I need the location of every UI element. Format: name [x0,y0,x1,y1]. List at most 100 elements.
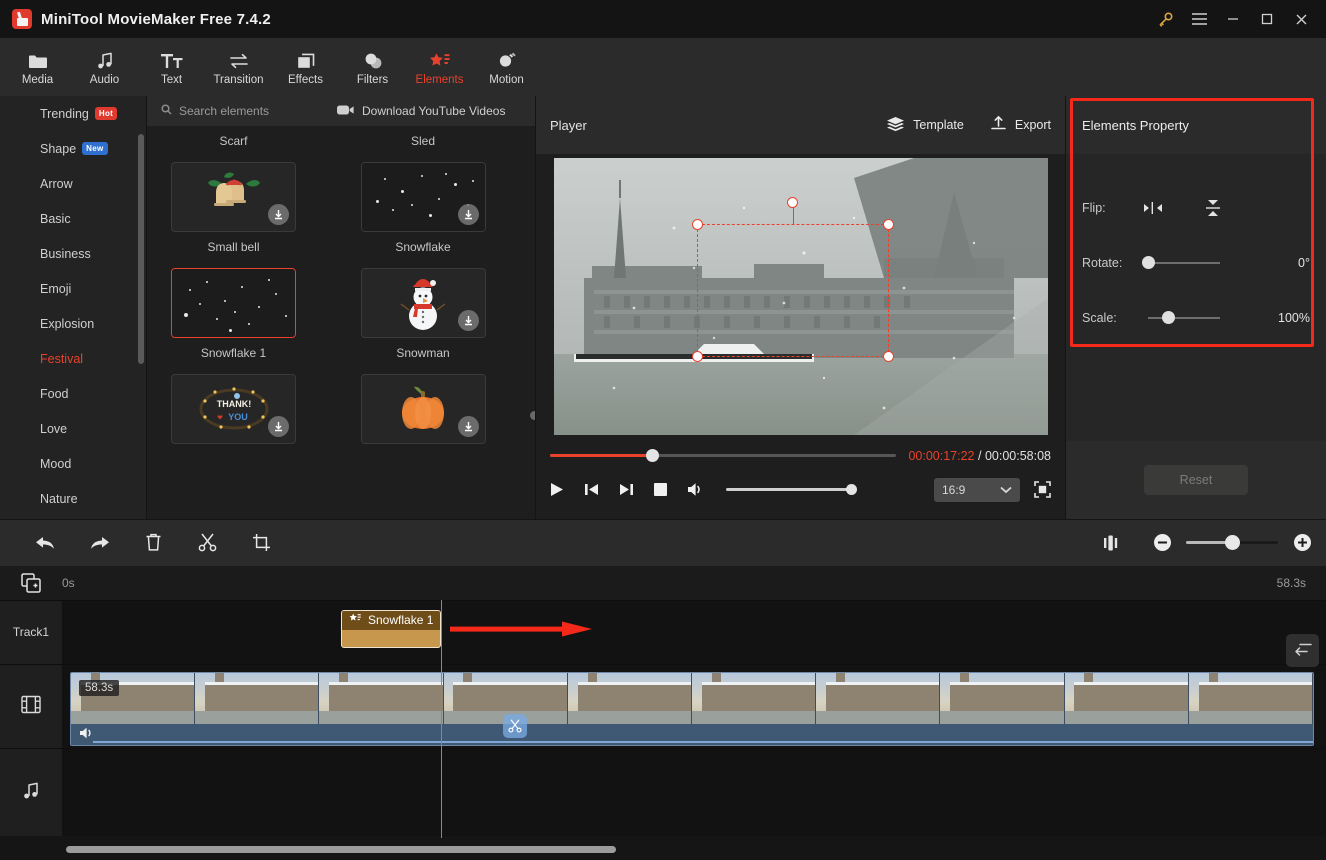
category-love[interactable]: Love [0,411,147,446]
player-actions: Template Export [886,115,1051,135]
play-button[interactable] [550,482,564,497]
tab-audio[interactable]: Audio [71,38,138,96]
category-food[interactable]: Food [0,376,147,411]
elements-library: Trending Hot Shape New Arrow Basic Busin… [0,96,535,519]
track1-body[interactable]: Snowflake 1 [62,600,1326,664]
fullscreen-button[interactable] [1034,481,1051,498]
preview-canvas[interactable] [553,157,1048,435]
category-shape[interactable]: Shape New [0,131,147,166]
download-icon[interactable] [457,416,479,437]
download-youtube-button[interactable]: Download YouTube Videos [337,104,505,119]
menu-icon[interactable] [1182,0,1216,38]
undo-button[interactable] [18,534,72,551]
split-button[interactable] [180,533,234,552]
aspect-ratio-select[interactable]: 16:9 [934,477,1020,502]
element-item[interactable]: Small bell [171,162,296,268]
timeline-horizontal-scrollbar[interactable] [66,845,616,853]
category-scrollbar[interactable] [138,134,144,364]
download-icon[interactable] [457,204,479,225]
category-explosion[interactable]: Explosion [0,306,147,341]
seek-bar[interactable] [550,449,897,462]
maximize-icon[interactable] [1250,0,1284,38]
panel-resize-handle[interactable] [530,411,535,420]
rotate-knob[interactable] [1141,256,1155,269]
volume-knob[interactable] [846,484,857,495]
track1-label: Track1 [12,625,50,639]
element-item[interactable]: Snowflake [360,162,486,268]
category-mood[interactable]: Mood [0,446,147,481]
previous-frame-button[interactable] [584,482,599,497]
element-item[interactable]: THANK! YOU [171,374,296,466]
elements-grid-panel: Search elements Download YouTube Videos [147,96,535,519]
tab-filters[interactable]: Filters [339,38,406,96]
element-thumbnail[interactable] [360,268,486,338]
export-button[interactable]: Export [990,115,1051,135]
scale-slider[interactable] [1148,311,1220,324]
element-item[interactable]: Sled [361,126,486,162]
close-icon[interactable] [1284,0,1318,38]
tab-media[interactable]: Media [4,38,71,96]
element-thumbnail[interactable]: THANK! YOU [171,374,296,444]
zoom-out-button[interactable] [1152,534,1172,551]
seek-knob[interactable] [645,449,659,462]
element-selection-box[interactable] [691,197,895,363]
resize-handle-bottom-left[interactable] [691,351,703,363]
element-item[interactable] [360,374,486,466]
element-item[interactable]: Snowman [360,268,486,374]
flip-vertical-icon[interactable] [1205,198,1268,218]
reset-button[interactable]: Reset [1144,464,1248,495]
next-frame-button[interactable] [619,482,634,497]
crop-button[interactable] [234,533,288,552]
player-right-controls: 16:9 [934,477,1051,502]
tab-elements[interactable]: Elements [406,38,473,96]
rotate-slider[interactable] [1141,256,1220,269]
element-thumbnail[interactable] [171,268,296,338]
zoom-knob[interactable] [1224,535,1240,550]
add-media-icon[interactable] [0,572,62,593]
category-emoji[interactable]: Emoji [0,271,147,306]
reset-label: Reset [1179,472,1213,487]
category-festival[interactable]: Festival [0,341,147,376]
key-icon[interactable] [1148,0,1182,38]
split-at-playhead-button[interactable] [503,713,527,738]
category-basic[interactable]: Basic [0,201,147,236]
minimize-icon[interactable] [1216,0,1250,38]
tab-transition[interactable]: Transition [205,38,272,96]
video-track-body[interactable]: 58.3s [62,664,1326,748]
resize-handle-top-left[interactable] [691,219,703,231]
template-button[interactable]: Template [886,116,964,135]
flip-horizontal-icon[interactable] [1142,201,1205,215]
category-nature[interactable]: Nature [0,481,147,516]
tab-motion[interactable]: Motion [473,38,540,96]
redo-button[interactable] [72,534,126,551]
video-clip[interactable]: 58.3s [70,671,1314,746]
element-clip-snowflake1[interactable]: Snowflake 1 [341,609,441,648]
element-thumbnail[interactable] [360,374,486,444]
category-trending[interactable]: Trending Hot [0,96,147,131]
download-icon[interactable] [268,204,289,225]
scale-knob[interactable] [1161,311,1175,324]
stop-button[interactable] [654,483,667,496]
elements-grid: Scarf Sled Small bell Snowflake Snowflak… [147,126,535,519]
timeline-zoom-slider[interactable] [1186,535,1278,550]
fit-timeline-button[interactable] [1084,535,1138,551]
tab-text[interactable]: Text [138,38,205,96]
audio-track-body[interactable] [62,748,1326,836]
category-business[interactable]: Business [0,236,147,271]
collapse-panel-button[interactable] [1286,633,1319,667]
element-thumbnail[interactable] [171,162,296,232]
element-item-selected[interactable]: Snowflake 1 [171,268,296,374]
search-input[interactable]: Search elements [147,104,337,118]
download-icon[interactable] [268,416,289,437]
element-item[interactable]: Scarf [171,126,296,162]
volume-icon[interactable] [687,482,704,497]
seek-row: 00:00:17:22 / 00:00:58:08 [550,449,1051,463]
delete-button[interactable] [126,533,180,552]
volume-slider[interactable] [726,484,857,495]
tab-effects[interactable]: Effects [272,38,339,96]
zoom-in-button[interactable] [1292,534,1312,551]
category-arrow[interactable]: Arrow [0,166,147,201]
playhead[interactable] [441,599,442,838]
download-icon[interactable] [457,310,479,331]
element-thumbnail[interactable] [360,162,486,232]
